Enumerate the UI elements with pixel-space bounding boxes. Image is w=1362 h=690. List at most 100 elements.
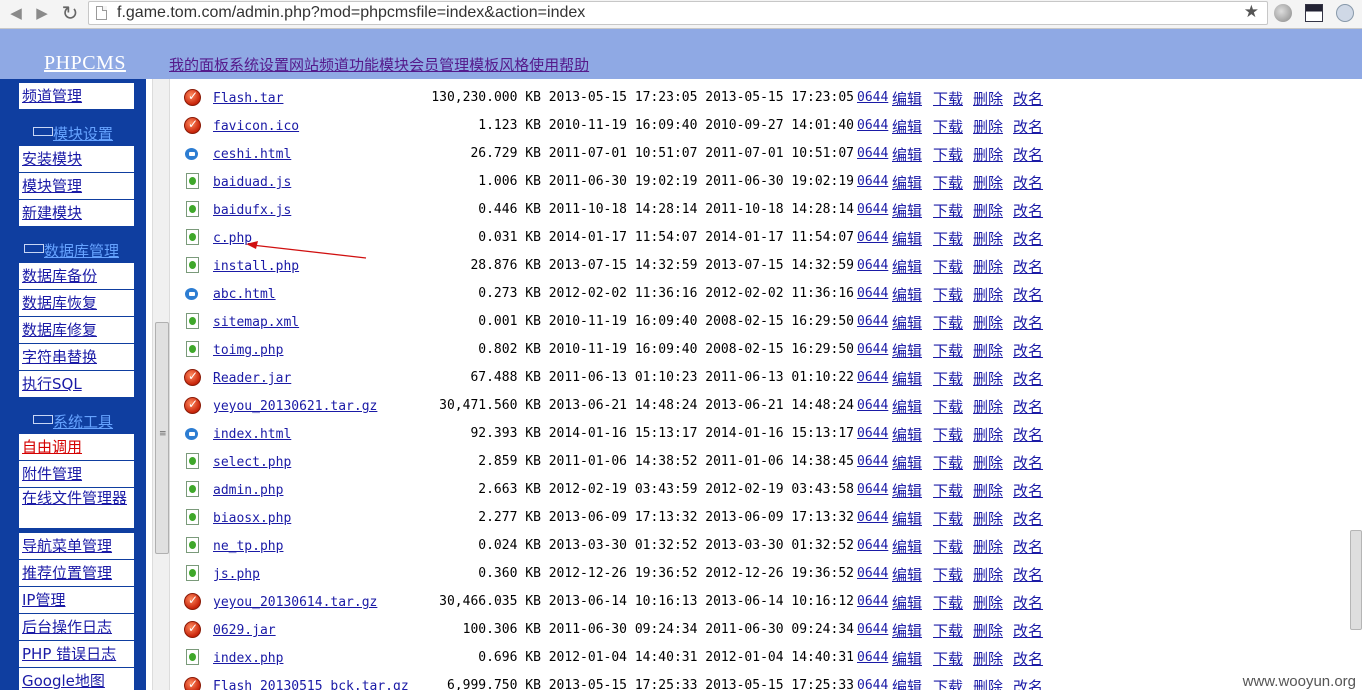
rename-link[interactable]: 改名 [1013, 88, 1043, 109]
delete-link[interactable]: 删除 [973, 452, 1003, 473]
edit-link[interactable]: 编辑 [892, 368, 922, 389]
rename-link[interactable]: 改名 [1013, 592, 1043, 613]
download-link[interactable]: 下载 [933, 88, 963, 109]
permission-link[interactable]: 0644 [857, 594, 888, 609]
edit-link[interactable]: 编辑 [892, 620, 922, 641]
rename-link[interactable]: 改名 [1013, 172, 1043, 193]
rename-link[interactable]: 改名 [1013, 144, 1043, 165]
menu-modules[interactable]: 功能模块 [349, 56, 409, 74]
delete-link[interactable]: 删除 [973, 676, 1003, 690]
extension-icon[interactable] [1305, 4, 1323, 22]
permission-link[interactable]: 0644 [857, 230, 888, 245]
delete-link[interactable]: 删除 [973, 200, 1003, 221]
download-link[interactable]: 下载 [933, 116, 963, 137]
delete-link[interactable]: 删除 [973, 648, 1003, 669]
delete-link[interactable]: 删除 [973, 256, 1003, 277]
edit-link[interactable]: 编辑 [892, 452, 922, 473]
download-link[interactable]: 下载 [933, 536, 963, 557]
cms-logo[interactable]: PHPCMS [44, 52, 126, 75]
address-bar[interactable]: f.game.tom.com/admin.php?mod=phpcmsfile=… [88, 1, 1268, 25]
rename-link[interactable]: 改名 [1013, 508, 1043, 529]
delete-link[interactable]: 删除 [973, 620, 1003, 641]
delete-link[interactable]: 删除 [973, 368, 1003, 389]
permission-link[interactable]: 0644 [857, 510, 888, 525]
rename-link[interactable]: 改名 [1013, 116, 1043, 137]
permission-link[interactable]: 0644 [857, 454, 888, 469]
download-link[interactable]: 下载 [933, 452, 963, 473]
rename-link[interactable]: 改名 [1013, 200, 1043, 221]
download-link[interactable]: 下载 [933, 256, 963, 277]
rename-link[interactable]: 改名 [1013, 648, 1043, 669]
permission-link[interactable]: 0644 [857, 566, 888, 581]
delete-link[interactable]: 删除 [973, 536, 1003, 557]
permission-link[interactable]: 0644 [857, 678, 888, 690]
permission-link[interactable]: 0644 [857, 90, 888, 105]
download-link[interactable]: 下载 [933, 312, 963, 333]
delete-link[interactable]: 删除 [973, 88, 1003, 109]
edit-link[interactable]: 编辑 [892, 116, 922, 137]
edit-link[interactable]: 编辑 [892, 564, 922, 585]
menu-members[interactable]: 会员管理 [409, 56, 469, 74]
download-link[interactable]: 下载 [933, 144, 963, 165]
download-link[interactable]: 下载 [933, 172, 963, 193]
delete-link[interactable]: 删除 [973, 424, 1003, 445]
download-link[interactable]: 下载 [933, 424, 963, 445]
download-link[interactable]: 下载 [933, 648, 963, 669]
rename-link[interactable]: 改名 [1013, 564, 1043, 585]
delete-link[interactable]: 删除 [973, 172, 1003, 193]
rename-link[interactable]: 改名 [1013, 620, 1043, 641]
permission-link[interactable]: 0644 [857, 622, 888, 637]
permission-link[interactable]: 0644 [857, 118, 888, 133]
permission-link[interactable]: 0644 [857, 398, 888, 413]
rename-link[interactable]: 改名 [1013, 676, 1043, 690]
globe-icon[interactable] [1274, 4, 1292, 22]
permission-link[interactable]: 0644 [857, 174, 888, 189]
menu-templates[interactable]: 模板风格 [469, 56, 529, 74]
delete-link[interactable]: 删除 [973, 284, 1003, 305]
permission-link[interactable]: 0644 [857, 202, 888, 217]
delete-link[interactable]: 删除 [973, 144, 1003, 165]
user-icon[interactable] [1336, 4, 1354, 22]
permission-link[interactable]: 0644 [857, 650, 888, 665]
edit-link[interactable]: 编辑 [892, 284, 922, 305]
delete-link[interactable]: 删除 [973, 312, 1003, 333]
edit-link[interactable]: 编辑 [892, 648, 922, 669]
edit-link[interactable]: 编辑 [892, 676, 922, 690]
delete-link[interactable]: 删除 [973, 480, 1003, 501]
rename-link[interactable]: 改名 [1013, 396, 1043, 417]
download-link[interactable]: 下载 [933, 368, 963, 389]
back-icon[interactable]: ◀ [4, 2, 28, 24]
permission-link[interactable]: 0644 [857, 370, 888, 385]
download-link[interactable]: 下载 [933, 620, 963, 641]
permission-link[interactable]: 0644 [857, 314, 888, 329]
download-link[interactable]: 下载 [933, 508, 963, 529]
menu-system-settings[interactable]: 系统设置 [229, 56, 289, 74]
edit-link[interactable]: 编辑 [892, 144, 922, 165]
menu-site-channels[interactable]: 网站频道 [289, 56, 349, 74]
rename-link[interactable]: 改名 [1013, 368, 1043, 389]
rename-link[interactable]: 改名 [1013, 284, 1043, 305]
edit-link[interactable]: 编辑 [892, 424, 922, 445]
edit-link[interactable]: 编辑 [892, 508, 922, 529]
edit-link[interactable]: 编辑 [892, 228, 922, 249]
download-link[interactable]: 下载 [933, 676, 963, 690]
delete-link[interactable]: 删除 [973, 340, 1003, 361]
delete-link[interactable]: 删除 [973, 508, 1003, 529]
reload-icon[interactable]: ↻ [58, 2, 82, 24]
forward-icon[interactable]: ▶ [30, 2, 54, 24]
download-link[interactable]: 下载 [933, 284, 963, 305]
bookmark-star-icon[interactable]: ★ [1244, 2, 1259, 22]
delete-link[interactable]: 删除 [973, 592, 1003, 613]
edit-link[interactable]: 编辑 [892, 592, 922, 613]
menu-help[interactable]: 使用帮助 [529, 56, 589, 74]
rename-link[interactable]: 改名 [1013, 452, 1043, 473]
download-link[interactable]: 下载 [933, 228, 963, 249]
rename-link[interactable]: 改名 [1013, 536, 1043, 557]
download-link[interactable]: 下载 [933, 396, 963, 417]
edit-link[interactable]: 编辑 [892, 340, 922, 361]
edit-link[interactable]: 编辑 [892, 256, 922, 277]
edit-link[interactable]: 编辑 [892, 200, 922, 221]
download-link[interactable]: 下载 [933, 340, 963, 361]
rename-link[interactable]: 改名 [1013, 228, 1043, 249]
permission-link[interactable]: 0644 [857, 482, 888, 497]
